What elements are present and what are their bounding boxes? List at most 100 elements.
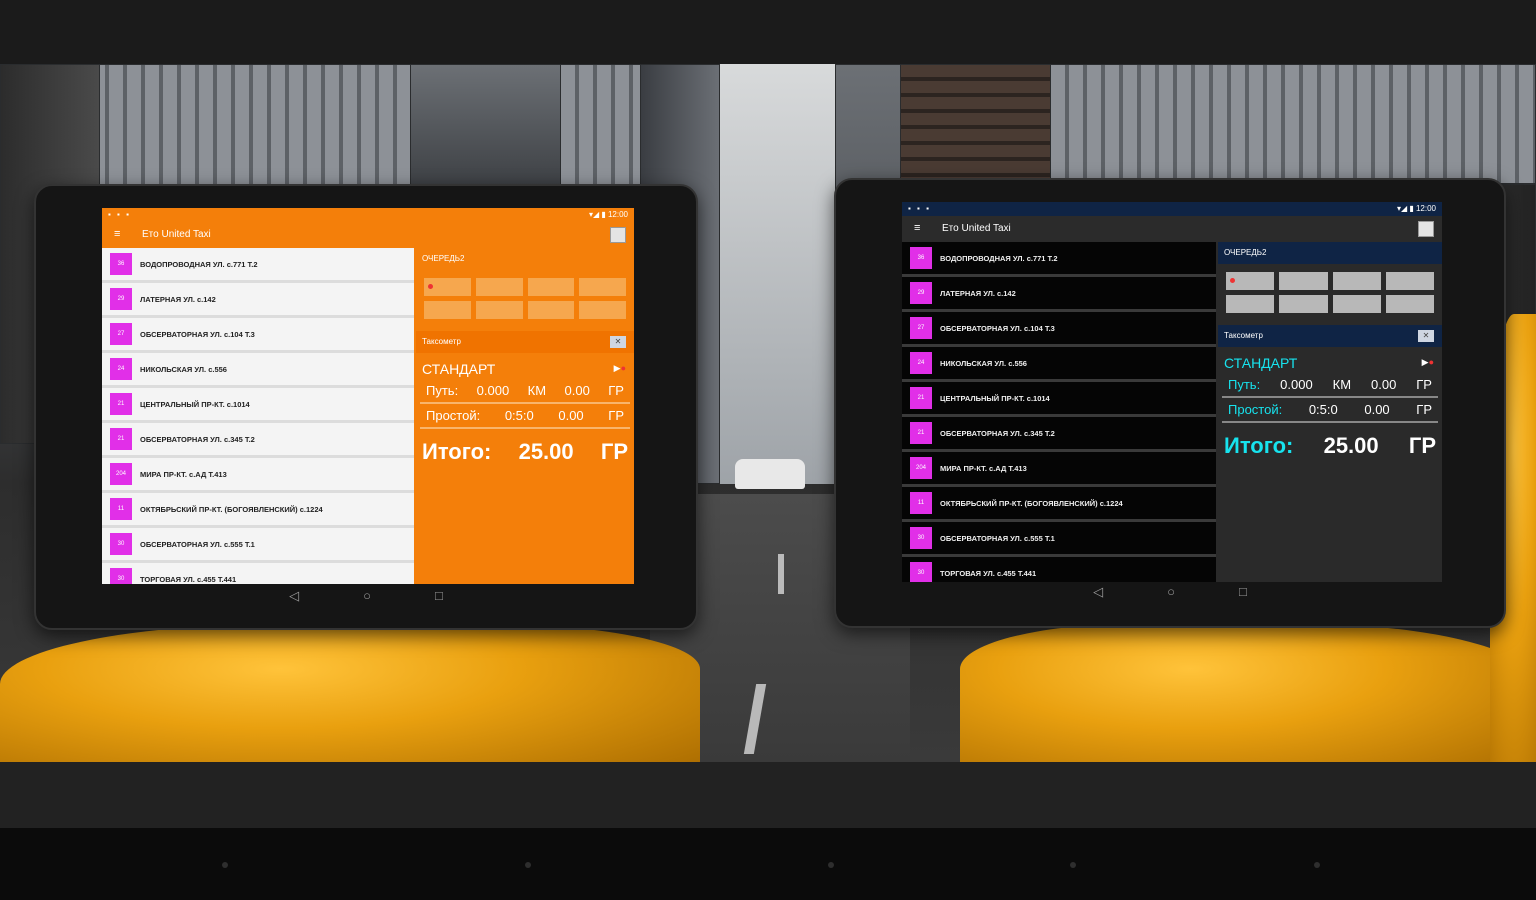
taxi-right	[960, 624, 1536, 762]
close-icon[interactable]: ✕	[1418, 330, 1434, 342]
menu-icon[interactable]: ≡	[914, 222, 920, 234]
gallery-dot[interactable]	[1314, 862, 1320, 868]
order-badge: 30	[110, 568, 132, 584]
top-bar	[0, 0, 1536, 64]
recents-icon[interactable]: □	[1239, 584, 1247, 612]
play-icon[interactable]: ▶●	[614, 363, 626, 374]
list-item[interactable]: 36 ВОДОПРОВОДНАЯ УЛ. с.771 Т.2	[902, 242, 1216, 277]
list-item[interactable]: 27 ОБСЕРВАТОРНАЯ УЛ. с.104 Т.3	[902, 312, 1216, 347]
order-badge: 21	[110, 428, 132, 450]
list-item[interactable]: 24 НИКОЛЬСКАЯ УЛ. с.556	[102, 353, 414, 388]
queue-cell[interactable]	[475, 278, 523, 296]
list-item[interactable]: 11 ОКТЯБРЬСКИЙ ПР-КТ. (БОГОЯВЛЕНСКИЙ) с.1…	[102, 493, 414, 528]
queue-cell[interactable]	[424, 301, 471, 319]
side-panel: ОЧЕРЕДЬ2 Таксометр ✕ СТАНДАРТ ▶● Путь: 0…	[1218, 242, 1442, 582]
order-list[interactable]: 36 ВОДОПРОВОДНАЯ УЛ. с.771 Т.2 29 ЛАТЕРНАЯ …	[102, 248, 414, 584]
list-item[interactable]: 24 НИКОЛЬСКАЯ УЛ. с.556	[902, 347, 1216, 382]
queue-cell[interactable]	[1279, 295, 1328, 313]
tablet-orange: ▪ ▪ ▪ ▾◢ ▮ 12:00 ≡ Ето United Taxi 36 ВОД…	[34, 184, 698, 630]
list-item[interactable]: 29 ЛАТЕРНАЯ УЛ. с.142	[902, 277, 1216, 312]
currency: ГР	[1416, 377, 1432, 392]
order-address: ЦЕНТРАЛЬНЫЙ ПР-КТ. с.1014	[140, 399, 250, 409]
active-dot-icon	[1230, 278, 1235, 283]
list-item[interactable]: 27 ОБСЕРВАТОРНАЯ УЛ. с.104 Т.3	[102, 318, 414, 353]
list-item[interactable]: 21 ЦЕНТРАЛЬНЫЙ ПР-КТ. с.1014	[902, 382, 1216, 417]
order-address: ВОДОПРОВОДНАЯ УЛ. с.771 Т.2	[940, 253, 1058, 263]
order-list[interactable]: 36 ВОДОПРОВОДНАЯ УЛ. с.771 Т.2 29 ЛАТЕРНАЯ …	[902, 242, 1216, 582]
queue-cell[interactable]	[1332, 295, 1381, 313]
queue-cell[interactable]	[1226, 272, 1275, 290]
queue-cell[interactable]	[1332, 272, 1381, 290]
list-item[interactable]: 21 ОБСЕРВАТОРНАЯ УЛ. с.345 Т.2	[902, 417, 1216, 452]
action-button[interactable]	[610, 227, 626, 243]
active-dot-icon	[428, 284, 433, 289]
app-bar: ≡ Ето United Taxi	[102, 222, 634, 248]
gallery-dot[interactable]	[828, 862, 834, 868]
back-icon[interactable]: ◁	[1093, 584, 1103, 612]
list-item[interactable]: 29 ЛАТЕРНАЯ УЛ. с.142	[102, 283, 414, 318]
queue-cell[interactable]	[475, 301, 523, 319]
queue-cell[interactable]	[579, 278, 626, 296]
building	[1050, 64, 1536, 184]
list-item[interactable]: 204 МИРА ПР-КТ. с.АД Т.413	[102, 458, 414, 493]
order-address: ОБСЕРВАТОРНАЯ УЛ. с.345 Т.2	[140, 434, 255, 444]
tariff-name: СТАНДАРТ	[422, 361, 496, 377]
idle-label: Простой:	[426, 408, 481, 423]
menu-icon[interactable]: ≡	[114, 228, 120, 240]
queue-cell[interactable]	[527, 278, 575, 296]
idle-row: Простой: 0:5:0 0.00 ГР	[1222, 398, 1438, 423]
queue-cell[interactable]	[527, 301, 575, 319]
app-title: Ето United Taxi	[142, 229, 211, 240]
sky	[700, 64, 840, 484]
list-item[interactable]: 30 ОБСЕРВАТОРНАЯ УЛ. с.555 Т.1	[902, 522, 1216, 557]
queue-cell[interactable]	[1226, 295, 1275, 313]
gallery-dot[interactable]	[1070, 862, 1076, 868]
lane-marking	[743, 684, 767, 754]
list-item[interactable]: 21 ЦЕНТРАЛЬНЫЙ ПР-КТ. с.1014	[102, 388, 414, 423]
currency: ГР	[1416, 402, 1432, 417]
order-badge: 27	[110, 323, 132, 345]
queue-cell[interactable]	[1279, 272, 1328, 290]
order-address: ОБСЕРВАТОРНАЯ УЛ. с.104 Т.3	[140, 329, 255, 339]
system-nav: ◁ ○ □	[836, 584, 1504, 612]
list-item[interactable]: 204 МИРА ПР-КТ. с.АД Т.413	[902, 452, 1216, 487]
queue-cell[interactable]	[1385, 295, 1434, 313]
queue-cell[interactable]	[424, 278, 471, 296]
gallery-dot[interactable]	[525, 862, 531, 868]
side-panel: ОЧЕРЕДЬ2 Таксометр ✕ СТАНДАРТ ▶● Путь: 0…	[416, 248, 634, 584]
order-address: ЛАТЕРНАЯ УЛ. с.142	[140, 294, 216, 304]
close-icon[interactable]: ✕	[610, 336, 626, 348]
queue-grid	[1218, 264, 1442, 321]
action-button[interactable]	[1418, 221, 1434, 237]
list-item[interactable]: 11 ОКТЯБРЬСКИЙ ПР-КТ. (БОГОЯВЛЕНСКИЙ) с.1…	[902, 487, 1216, 522]
queue-cell[interactable]	[1385, 272, 1434, 290]
list-item[interactable]: 30 ОБСЕРВАТОРНАЯ УЛ. с.555 Т.1	[102, 528, 414, 563]
gallery-dot[interactable]	[222, 862, 228, 868]
play-icon[interactable]: ▶●	[1422, 357, 1434, 368]
queues-label: ОЧЕРЕДЬ2	[1224, 248, 1267, 257]
recents-icon[interactable]: □	[435, 588, 443, 616]
home-icon[interactable]: ○	[363, 588, 371, 616]
path-row: Путь: 0.000 КМ 0.00 ГР	[420, 379, 630, 404]
building	[900, 64, 1060, 184]
order-address: НИКОЛЬСКАЯ УЛ. с.556	[140, 364, 227, 374]
building	[410, 64, 570, 189]
queue-cell[interactable]	[579, 301, 626, 319]
queues-header: ОЧЕРЕДЬ2	[1218, 242, 1442, 264]
home-icon[interactable]: ○	[1167, 584, 1175, 612]
notification-icons: ▪ ▪ ▪	[908, 204, 931, 213]
order-address: ТОРГОВАЯ УЛ. с.455 Т.441	[940, 568, 1037, 578]
order-badge: 204	[110, 463, 132, 485]
list-item[interactable]: 30 ТОРГОВАЯ УЛ. с.455 Т.441	[102, 563, 414, 584]
list-item[interactable]: 30 ТОРГОВАЯ УЛ. с.455 Т.441	[902, 557, 1216, 582]
status-bar: ▪ ▪ ▪ ▾◢ ▮ 12:00	[902, 202, 1442, 216]
back-icon[interactable]: ◁	[289, 588, 299, 616]
order-address: МИРА ПР-КТ. с.АД Т.413	[140, 469, 227, 479]
order-address: ЦЕНТРАЛЬНЫЙ ПР-КТ. с.1014	[940, 393, 1050, 403]
idle-time: 0:5:0	[504, 408, 534, 423]
list-item[interactable]: 36 ВОДОПРОВОДНАЯ УЛ. с.771 Т.2	[102, 248, 414, 283]
list-item[interactable]: 21 ОБСЕРВАТОРНАЯ УЛ. с.345 Т.2	[102, 423, 414, 458]
path-km: 0.000	[1280, 377, 1313, 392]
order-address: МИРА ПР-КТ. с.АД Т.413	[940, 463, 1027, 473]
order-badge: 30	[110, 533, 132, 555]
